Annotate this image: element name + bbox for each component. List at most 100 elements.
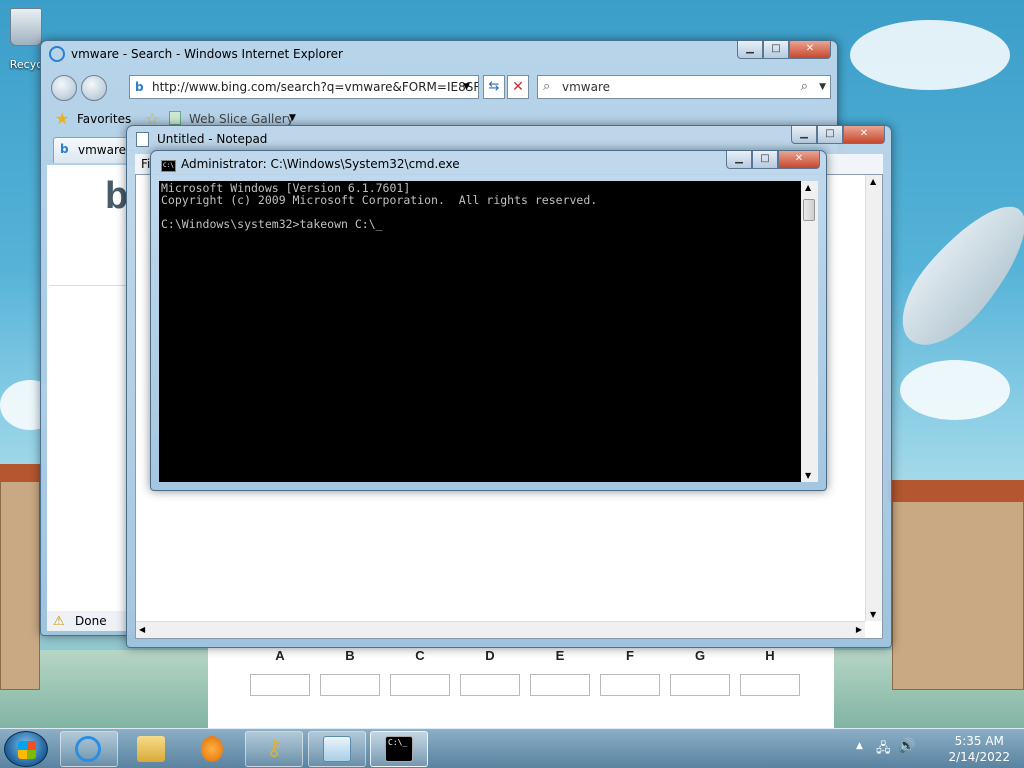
scroll-right-icon[interactable]: ▶ [856,625,862,634]
cmd-caption-buttons: ▁ □ ✕ [726,151,820,169]
wallpaper-roof [0,464,42,482]
column-label-a: A [275,648,285,663]
cmd-prompt-line[interactable]: C:\Windows\system32>takeown C:\_ [161,218,597,230]
column-input-a[interactable] [250,674,310,696]
cmd-window[interactable]: C:\ Administrator: C:\Windows\System32\c… [150,150,827,491]
bing-favicon-icon: b [135,80,144,94]
column-label-d: D [485,648,495,663]
notepad-caption-buttons: ▁ □ ✕ [791,126,885,144]
notepad-vertical-scrollbar[interactable]: ▲ ▼ [865,175,882,621]
favorites-star-icon: ★ [55,109,70,128]
cmd-console[interactable]: Microsoft Windows [Version 6.1.7601] Copy… [159,181,818,482]
search-go-icon[interactable]: ⌕ [801,76,808,98]
back-button[interactable] [51,75,77,101]
wallpaper-building [892,500,1024,690]
address-text: http://www.bing.com/search?q=vmware&FORM… [152,80,479,94]
volume-icon[interactable]: 🔊 [898,738,915,754]
maximize-button[interactable]: □ [752,151,778,169]
stop-icon[interactable]: ✕ [507,75,529,99]
web-slice-dropdown-icon[interactable]: ▼ [289,113,296,123]
column-label-f: F [626,648,634,663]
scroll-left-icon[interactable]: ◀ [139,625,145,634]
search-icon: ⌕ [543,79,551,94]
ie-navigation-bar: b http://www.bing.com/search?q=vmware&FO… [47,73,831,103]
cmd-window-icon: C:\ [161,160,176,172]
cmd-taskbar-icon: C:\_ [385,736,413,762]
cmd-title: Administrator: C:\Windows\System32\cmd.e… [181,157,460,171]
taskbar-media-player-button[interactable] [182,731,240,767]
taskbar-explorer-button[interactable] [122,731,180,767]
address-bar[interactable]: b http://www.bing.com/search?q=vmware&FO… [129,75,479,99]
wallpaper-roof [888,480,1024,502]
column-input-c[interactable] [390,674,450,696]
column-input-g[interactable] [670,674,730,696]
taskbar-keys-button[interactable]: ⚷ [245,731,303,767]
wallpaper-cloud [900,360,1010,420]
menu-file[interactable]: Fi [141,157,150,171]
column-label-b: B [345,648,355,663]
taskbar: ⚷ C:\_ ▲ 🖧 🔊 5:35 AM 2/14/2022 [0,728,1024,768]
maximize-button[interactable]: □ [763,41,789,59]
ie-logo-icon [49,46,65,62]
cmd-vertical-scrollbar[interactable]: ▲ ▼ [801,181,818,482]
ie-content-divider [49,285,129,286]
search-dropdown-icon[interactable]: ▼ [819,76,826,98]
web-slice-gallery-link[interactable]: Web Slice Gallery [189,112,294,126]
favorites-button[interactable]: Favorites [77,112,131,126]
column-label-g: G [694,648,706,663]
minimize-button[interactable]: ▁ [737,41,763,59]
keys-icon: ⚷ [265,736,283,761]
forward-button[interactable] [81,75,107,101]
tab-favicon-icon: b [60,142,69,156]
clock-time: 5:35 AM [954,734,1004,748]
scroll-up-icon[interactable]: ▲ [805,183,811,192]
bing-logo-icon: b [105,175,129,217]
taskbar-cmd-button[interactable]: C:\_ [370,731,428,767]
close-button[interactable]: ✕ [843,126,885,144]
column-input-f[interactable] [600,674,660,696]
status-warning-icon: ⚠ [53,614,65,629]
notepad-horizontal-scrollbar[interactable]: ◀ ▶ [136,621,865,638]
column-input-e[interactable] [530,674,590,696]
scroll-thumb[interactable] [803,199,815,221]
column-label-e: E [555,648,565,663]
clock-date: 2/14/2022 [948,750,1010,764]
wallpaper-building [0,480,40,690]
scroll-down-icon[interactable]: ▼ [805,471,811,480]
start-button[interactable] [4,731,48,767]
minimize-button[interactable]: ▁ [726,151,752,169]
windows-logo-icon [18,741,36,759]
status-text: Done [75,614,107,628]
minimize-button[interactable]: ▁ [791,126,817,144]
close-button[interactable]: ✕ [789,41,831,59]
wallpaper-feather [883,187,1024,363]
ie-title: vmware - Search - Windows Internet Explo… [71,47,343,61]
refresh-icon[interactable]: ⇆ [483,75,505,99]
notepad-title: Untitled - Notepad [157,132,268,146]
scroll-up-icon[interactable]: ▲ [870,177,876,186]
ie-taskbar-icon [75,736,101,762]
column-input-d[interactable] [460,674,520,696]
column-label-h: H [765,648,775,663]
column-input-h[interactable] [740,674,800,696]
taskbar-notepad-button[interactable] [308,731,366,767]
media-player-icon [201,736,223,762]
close-button[interactable]: ✕ [778,151,820,169]
system-tray: ▲ 🖧 🔊 5:35 AM 2/14/2022 [854,729,1024,768]
address-dropdown-icon[interactable]: ▼ [463,77,477,97]
clock[interactable]: 5:35 AM 2/14/2022 [948,733,1010,765]
scroll-down-icon[interactable]: ▼ [870,610,876,619]
column-input-b[interactable] [320,674,380,696]
web-slice-icon [169,111,181,125]
taskbar-ie-button[interactable] [60,731,118,767]
ie-caption-buttons: ▁ □ ✕ [737,41,831,59]
folder-icon [137,736,165,762]
show-hidden-icons-icon[interactable]: ▲ [856,741,863,751]
recycle-bin-icon [10,8,42,46]
maximize-button[interactable]: □ [817,126,843,144]
column-label-c: C [415,648,425,663]
network-icon[interactable]: 🖧 [876,739,891,761]
cmd-line: Copyright (c) 2009 Microsoft Corporation… [161,193,598,207]
search-input[interactable]: ⌕ vmware ⌕ ▼ [537,75,831,99]
cmd-output: Microsoft Windows [Version 6.1.7601] Copy… [161,182,597,230]
